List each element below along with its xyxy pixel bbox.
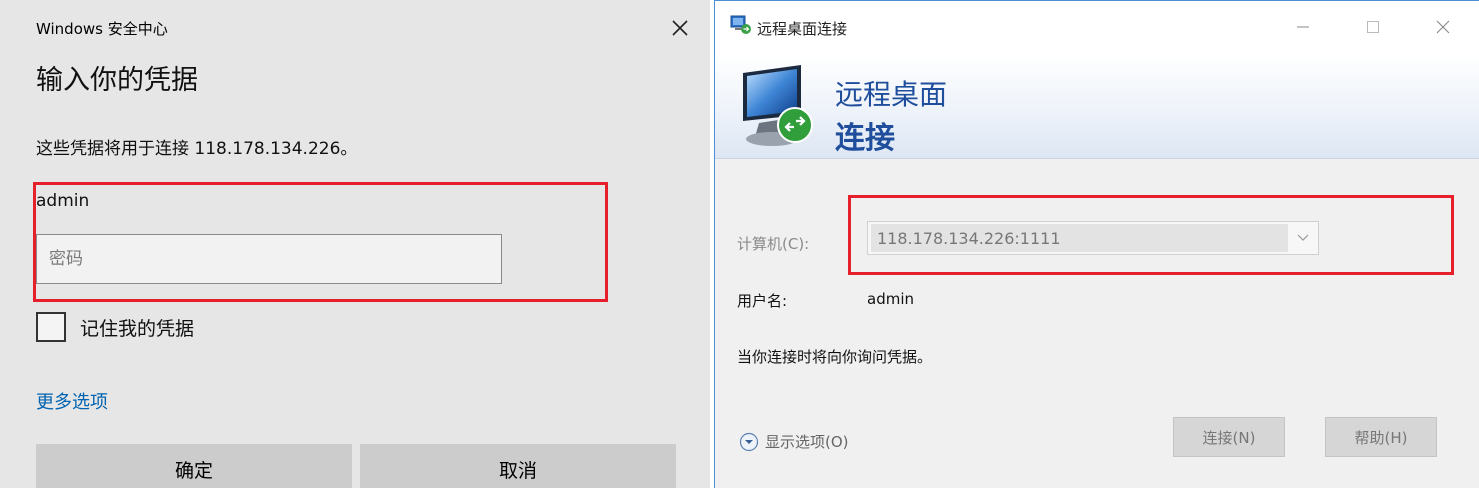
help-button[interactable]: 帮助(H) [1325, 417, 1437, 457]
window-close-button[interactable] [1421, 9, 1465, 45]
close-icon [672, 20, 688, 36]
show-options-toggle[interactable]: 显示选项(O) [739, 431, 849, 452]
more-options-link[interactable]: 更多选项 [36, 388, 108, 414]
rdc-banner: 远程桌面 连接 [715, 53, 1479, 159]
close-button[interactable] [664, 12, 696, 44]
checkbox-box[interactable] [36, 312, 66, 342]
show-options-label: 显示选项(O) [765, 433, 849, 451]
minimize-button[interactable] [1281, 9, 1325, 45]
computer-combobox[interactable]: 118.178.134.226:1111 [867, 221, 1319, 255]
screenshot-stage: Windows 安全中心 输入你的凭据 这些凭据将用于连接 118.178.13… [0, 0, 1479, 488]
dialog-heading: 输入你的凭据 [36, 65, 198, 96]
computer-label: 计算机(C): [737, 235, 810, 253]
connect-button[interactable]: 连接(N) [1173, 417, 1285, 457]
dialog-app-name: Windows 安全中心 [36, 20, 168, 38]
windows-security-dialog: Windows 安全中心 输入你的凭据 这些凭据将用于连接 118.178.13… [0, 0, 710, 488]
maximize-icon [1367, 21, 1379, 33]
minimize-icon [1297, 26, 1309, 28]
username-display: admin [36, 191, 90, 211]
username-value: admin [867, 290, 914, 308]
password-input[interactable] [36, 234, 502, 284]
combobox-dropdown-button[interactable] [1288, 234, 1318, 242]
maximize-button[interactable] [1351, 9, 1395, 45]
banner-title-line2: 连接 [835, 121, 895, 156]
chevron-down-icon [1297, 234, 1309, 241]
ok-button[interactable]: 确定 [36, 444, 352, 488]
rdc-app-icon [730, 15, 751, 34]
remote-desktop-window: 远程桌面连接 远程桌面 连接 计算机(C): 118.178.134.226:1… [714, 0, 1479, 488]
username-label: 用户名: [737, 292, 788, 310]
credentials-note: 当你连接时将向你询问凭据。 [737, 348, 933, 366]
computer-value[interactable]: 118.178.134.226:1111 [871, 224, 1288, 252]
banner-title-line1: 远程桌面 [835, 78, 948, 111]
title-bar: 远程桌面连接 [715, 1, 1479, 53]
rdc-banner-icon [743, 65, 813, 146]
close-icon [1436, 20, 1450, 34]
remember-credentials-label: 记住我的凭据 [80, 317, 195, 340]
window-title: 远程桌面连接 [757, 20, 848, 38]
cancel-button[interactable]: 取消 [360, 444, 676, 488]
expand-options-icon [739, 432, 759, 451]
dialog-description: 这些凭据将用于连接 118.178.134.226。 [36, 139, 358, 159]
remember-credentials-checkbox[interactable]: 记住我的凭据 [36, 312, 194, 342]
